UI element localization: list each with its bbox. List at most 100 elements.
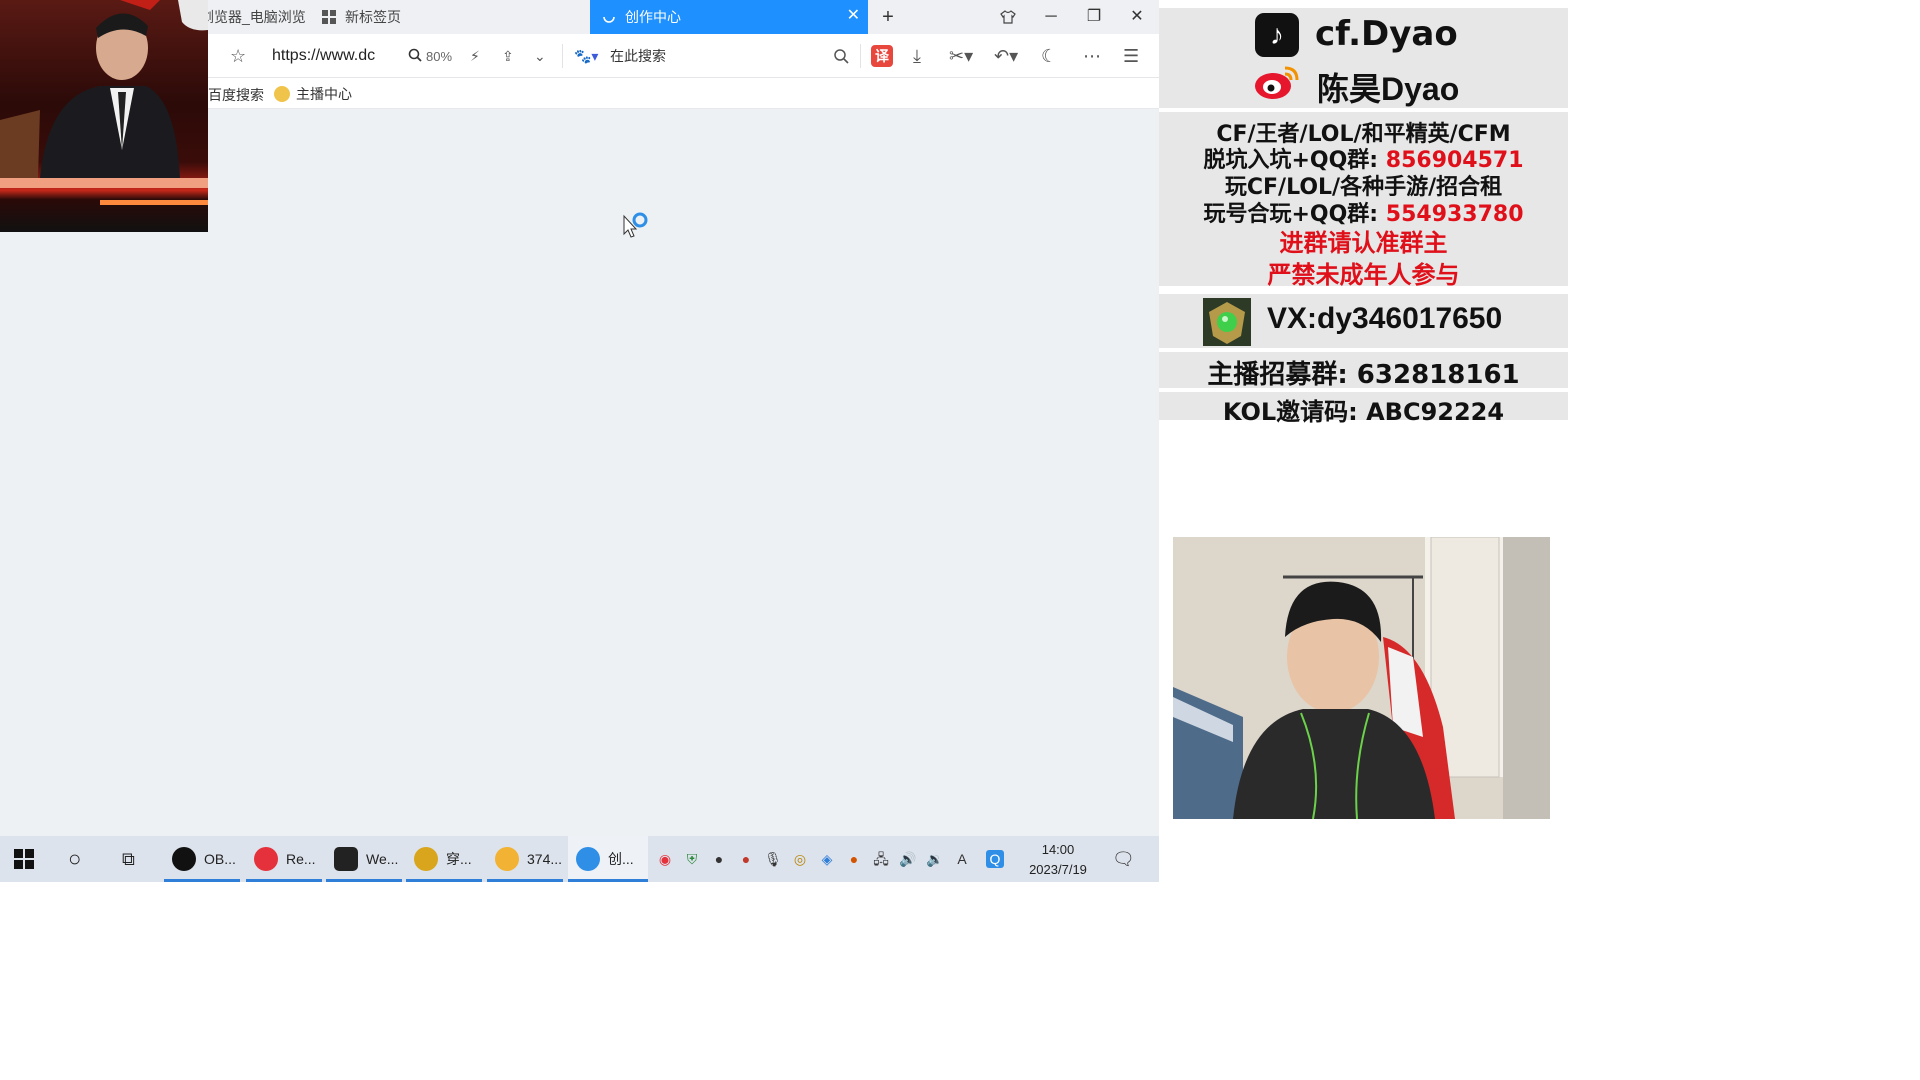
obs-icon [172,847,196,871]
network-shield-icon[interactable]: ◈ [818,850,836,868]
taskbar-app-wegame[interactable]: We... [326,836,402,882]
translate-button[interactable]: 译 [871,45,893,67]
wegame-icon [334,847,358,871]
tab-browser[interactable]: 浏览器_电脑浏览 [200,0,310,34]
game-tray-icon[interactable]: ● [737,850,755,868]
search-icon[interactable] [834,44,849,68]
address-toolbar: ☆ https://www.dc 80% ⚡ ⇪ ⌄ 🐾▾ 在此搜索 译 ⤓ ✂… [208,34,1159,78]
host-camera-overlay [0,0,208,232]
douyin-icon: ♪ [1255,13,1299,57]
minimize-icon[interactable]: ─ [1039,6,1063,28]
tab-label: 浏览器_电脑浏览 [200,9,306,25]
zoom-icon [408,48,422,65]
orange-app-icon[interactable]: ● [845,850,863,868]
kol-line: KOL邀请码: ABC92224 [1222,398,1505,426]
taskbar-app-label: We... [366,851,399,867]
scissors-icon[interactable]: ✂▾ [949,44,973,68]
tab-label: 新标签页 [345,9,401,25]
more-icon[interactable]: ⋯ [1083,44,1101,68]
menu-icon[interactable]: ☰ [1123,44,1139,68]
tab-creator-center[interactable]: 创作中心 ✕ [590,0,868,34]
search-app-icon[interactable]: Q [986,850,1004,868]
close-tab-icon[interactable]: ✕ [847,8,860,24]
notice-line-2: 严禁未成年人参与 [1267,261,1460,289]
netease-tray-icon[interactable]: ◉ [656,850,674,868]
grid-icon [322,10,336,24]
bookmark-anchor-center[interactable]: 主播中心 [274,84,352,104]
shield-icon[interactable]: ⛨ [683,850,701,868]
notice-line-1: 进群请认准群主 [1279,229,1448,257]
divider [860,44,861,68]
taskbar-app-netease[interactable]: Re... [246,836,322,882]
douyin-id: cf.Dyao [1315,14,1458,54]
taskbar-app-label: 穿... [446,851,472,867]
taskbar-app-374[interactable]: 374... [487,836,563,882]
taskbar-app-label: Re... [286,851,316,867]
owl-tray-icon[interactable]: ◎ [791,850,809,868]
cortana-icon[interactable]: ○ [68,836,96,882]
zoom-control[interactable]: 80% [408,44,452,68]
page-content [208,110,1159,836]
tab-label: 创作中心 [625,9,681,25]
close-window-icon[interactable]: ✕ [1125,6,1149,28]
volume-icon[interactable]: 🔊 [899,850,917,868]
taskbar-app-obs[interactable]: OB... [164,836,240,882]
share-icon[interactable]: ⇪ [502,44,514,68]
streamer-camera-overlay [1173,537,1550,819]
taskbar: ○ ⧉ OB... Re... We... 穿... 374... 创... ◉… [0,836,1159,882]
camera-image [0,0,208,205]
baidu-paw-icon[interactable]: 🐾▾ [574,44,598,68]
loading-icon [602,10,616,24]
recruit-line: 主播招募群: 632818161 [1207,360,1520,390]
browser-icon [576,847,600,871]
weibo-id: 陈昊Dyao [1317,71,1460,107]
taskbar-app-label: OB... [204,851,236,867]
undo-icon[interactable]: ↶▾ [994,44,1018,68]
clock-date: 2023/7/19 [1029,862,1087,877]
notification-icon[interactable]: 🗨 [1112,850,1135,868]
bookmark-label: 主播中心 [296,86,352,102]
url-field[interactable]: https://www.dc [272,44,375,68]
lightning-icon[interactable]: ⚡ [470,44,480,68]
restore-icon[interactable]: ❐ [1082,6,1106,28]
weibo-icon [1253,62,1301,102]
crossfire-icon [414,847,438,871]
taskbar-app-browser[interactable]: 创... [568,836,648,882]
chevron-down-icon[interactable]: ⌄ [534,44,546,68]
moon-icon[interactable]: ☾ [1041,44,1057,68]
taskbar-app-label: 374... [527,851,563,867]
vx-contact: VX:dy346017650 [1267,302,1503,335]
wegame-tray-icon[interactable]: ● [710,850,728,868]
bookmark-baidu[interactable]: 百度搜索 [208,85,264,105]
busy-cursor-icon [622,212,652,247]
active-indicator [487,879,563,882]
bookmarks-bar: 百度搜索 主播中心 [208,78,1159,109]
active-indicator [246,879,322,882]
task-view-icon[interactable]: ⧉ [122,836,150,882]
microphone-icon[interactable]: 🎙 [764,850,782,868]
active-indicator [164,879,240,882]
taskbar-app-crossfire[interactable]: 穿... [406,836,482,882]
divider [562,44,563,68]
active-indicator [406,879,482,882]
rank-badge-icon [1203,298,1251,346]
clock-time: 14:00 [1041,842,1075,857]
taskbar-app-label: 创... [608,851,634,867]
camera-image [1173,537,1550,819]
bookmark-icon [274,86,290,102]
clock[interactable]: 14:00 2023/7/19 [1018,840,1098,880]
star-icon[interactable]: ☆ [230,44,246,68]
network-icon[interactable]: 🖧 [872,850,890,868]
netease-music-icon [254,847,278,871]
download-icon[interactable]: ⤓ [913,44,921,68]
windows-start-icon[interactable] [14,836,42,882]
new-tab-button[interactable]: + [876,6,900,28]
owl-icon [495,847,519,871]
speaker-red-icon[interactable]: 🔉 [926,850,944,868]
tab-new-tab[interactable]: 新标签页 [322,0,582,34]
shirt-skin-icon[interactable] [996,6,1020,28]
search-input[interactable]: 在此搜索 [610,44,850,68]
ime-indicator[interactable]: A [953,850,971,868]
active-indicator [568,879,648,882]
zoom-level: 80% [426,48,453,64]
